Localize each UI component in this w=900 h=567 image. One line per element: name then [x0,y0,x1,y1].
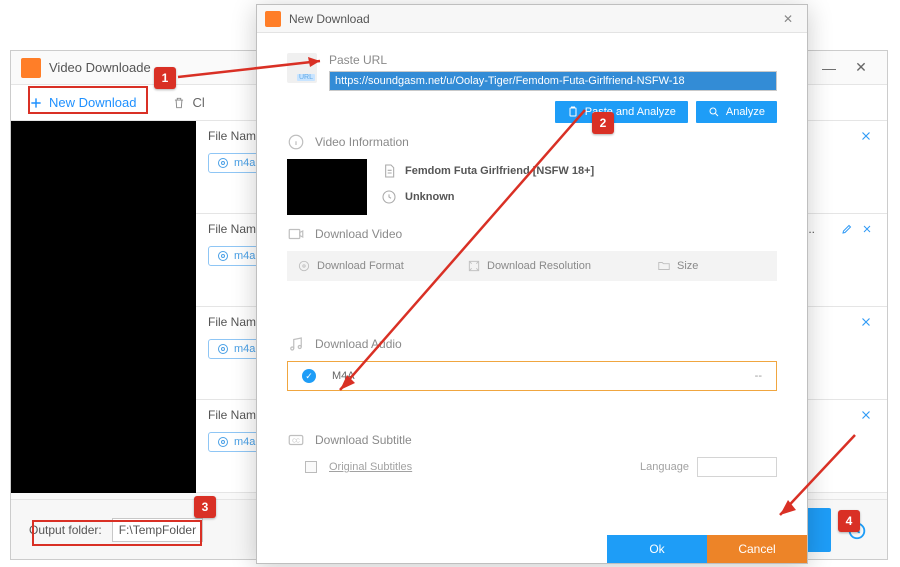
new-download-button[interactable]: New Download [23,91,142,114]
radio-on-icon [302,369,316,383]
audio-dash: -- [755,370,762,382]
language-label: Language [640,461,689,473]
cl-button[interactable]: Cl [166,91,210,114]
disc-icon [217,343,229,355]
video-info-duration: Unknown [405,191,455,203]
disc-icon [217,157,229,169]
output-folder-field[interactable]: F:\TempFolder [112,518,203,542]
url-icon [287,53,317,83]
app-logo [21,58,41,78]
audio-option[interactable]: M4A -- [287,361,777,391]
minimize-button[interactable]: — [813,56,845,80]
disc-icon [217,436,229,448]
file-icon [381,163,397,179]
download-video-label: Download Video [315,227,402,241]
audio-format: M4A [332,370,355,382]
edit-icon[interactable] [841,222,853,236]
download-subtitle-label: Download Subtitle [315,433,412,447]
url-input[interactable]: https://soundgasm.net/u/Oolay-Tiger/Femd… [329,71,777,91]
trash-icon [172,96,186,110]
item-thumbnail [11,400,196,493]
dialog-footer: Ok Cancel [257,535,807,563]
paste-url-section: Paste URL https://soundgasm.net/u/Oolay-… [287,53,777,123]
download-subtitle-section: CC Download Subtitle Original Subtitles … [287,431,777,477]
info-icon [287,133,305,151]
cl-label: Cl [192,95,204,110]
video-icon [287,225,305,243]
output-folder-label: Output folder: [29,523,102,537]
close-button[interactable]: ✕ [845,56,877,80]
dialog-close-button[interactable]: ✕ [777,12,799,26]
download-audio-label: Download Audio [315,337,402,351]
close-icon[interactable] [859,315,873,329]
disc-icon [217,250,229,262]
resolution-icon [467,259,481,273]
disc2-icon [297,259,311,273]
video-information-section: Video Information Femdom Futa Girlfriend… [287,133,777,215]
close-icon[interactable] [859,129,873,143]
download-audio-section: Download Audio M4A -- [287,335,777,421]
item-thumbnail [11,214,196,307]
new-download-dialog: New Download ✕ Paste URL https://soundga… [256,4,808,564]
download-video-section: Download Video Download Format Download … [287,225,777,325]
close-icon[interactable] [859,408,873,422]
dialog-title: New Download [289,12,370,26]
music-icon [287,335,305,353]
analyze-button[interactable]: Analyze [696,101,777,123]
ok-button[interactable]: Ok [607,535,707,563]
paste-url-label: Paste URL [329,53,777,67]
app-title: Video Downloade [49,60,151,75]
original-subtitles-checkbox[interactable] [305,461,317,473]
new-download-label: New Download [49,95,136,110]
video-info-title: Femdom Futa Girlfriend [NSFW 18+] [405,165,594,177]
dialog-titlebar: New Download ✕ [257,5,807,33]
item-thumbnail [11,121,196,214]
item-thumbnail [11,307,196,400]
clock2-icon [381,189,397,205]
clipboard-icon [567,106,579,118]
app-logo-small [265,11,281,27]
video-grid-header: Download Format Download Resolution Size [287,251,777,281]
video-information-label: Video Information [315,135,409,149]
original-subtitles-label: Original Subtitles [329,461,412,473]
video-info-thumbnail [287,159,367,215]
paste-and-analyze-button[interactable]: Paste and Analyze [555,101,688,123]
language-select[interactable] [697,457,777,477]
close-icon[interactable] [861,222,873,236]
cc-icon: CC [287,431,305,449]
folder-icon [657,259,671,273]
svg-text:CC: CC [292,438,300,444]
search-icon [708,106,720,118]
cancel-button[interactable]: Cancel [707,535,807,563]
plus-icon [29,96,43,110]
clock-icon[interactable] [845,518,869,542]
